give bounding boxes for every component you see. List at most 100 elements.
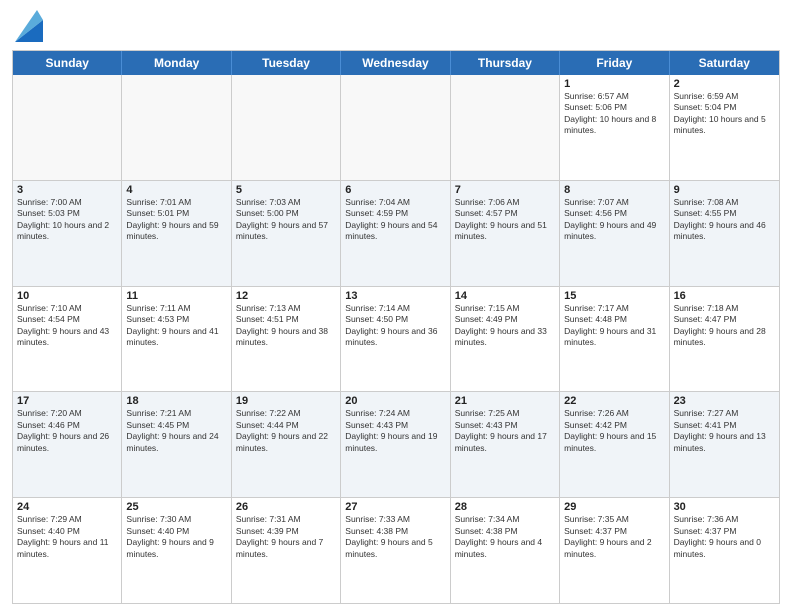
calendar-body: 1Sunrise: 6:57 AMSunset: 5:06 PMDaylight… [13,75,779,603]
cal-cell-r2-c2: 12Sunrise: 7:13 AMSunset: 4:51 PMDayligh… [232,287,341,392]
day-info: Sunrise: 7:33 AMSunset: 4:38 PMDaylight:… [345,514,445,560]
day-info: Sunrise: 7:17 AMSunset: 4:48 PMDaylight:… [564,303,664,349]
day-info: Sunrise: 7:21 AMSunset: 4:45 PMDaylight:… [126,408,226,454]
cal-cell-r0-c1 [122,75,231,180]
calendar-row-3: 10Sunrise: 7:10 AMSunset: 4:54 PMDayligh… [13,287,779,393]
day-number: 9 [674,184,775,196]
cal-cell-r4-c0: 24Sunrise: 7:29 AMSunset: 4:40 PMDayligh… [13,498,122,603]
header-day-monday: Monday [122,51,231,75]
day-number: 28 [455,501,555,513]
cal-cell-r0-c5: 1Sunrise: 6:57 AMSunset: 5:06 PMDaylight… [560,75,669,180]
day-number: 8 [564,184,664,196]
day-number: 19 [236,395,336,407]
day-number: 25 [126,501,226,513]
cal-cell-r1-c3: 6Sunrise: 7:04 AMSunset: 4:59 PMDaylight… [341,181,450,286]
day-number: 30 [674,501,775,513]
day-number: 7 [455,184,555,196]
day-info: Sunrise: 6:57 AMSunset: 5:06 PMDaylight:… [564,91,664,137]
day-number: 4 [126,184,226,196]
header-day-sunday: Sunday [13,51,122,75]
day-number: 20 [345,395,445,407]
day-number: 3 [17,184,117,196]
cal-cell-r3-c0: 17Sunrise: 7:20 AMSunset: 4:46 PMDayligh… [13,392,122,497]
day-info: Sunrise: 7:10 AMSunset: 4:54 PMDaylight:… [17,303,117,349]
page: SundayMondayTuesdayWednesdayThursdayFrid… [0,0,792,612]
day-info: Sunrise: 7:15 AMSunset: 4:49 PMDaylight:… [455,303,555,349]
day-info: Sunrise: 7:06 AMSunset: 4:57 PMDaylight:… [455,197,555,243]
cal-cell-r0-c4 [451,75,560,180]
day-info: Sunrise: 7:03 AMSunset: 5:00 PMDaylight:… [236,197,336,243]
day-number: 24 [17,501,117,513]
cal-cell-r4-c5: 29Sunrise: 7:35 AMSunset: 4:37 PMDayligh… [560,498,669,603]
cal-cell-r1-c2: 5Sunrise: 7:03 AMSunset: 5:00 PMDaylight… [232,181,341,286]
day-info: Sunrise: 7:31 AMSunset: 4:39 PMDaylight:… [236,514,336,560]
cal-cell-r1-c6: 9Sunrise: 7:08 AMSunset: 4:55 PMDaylight… [670,181,779,286]
day-number: 22 [564,395,664,407]
cal-cell-r4-c1: 25Sunrise: 7:30 AMSunset: 4:40 PMDayligh… [122,498,231,603]
cal-cell-r3-c4: 21Sunrise: 7:25 AMSunset: 4:43 PMDayligh… [451,392,560,497]
cal-cell-r3-c6: 23Sunrise: 7:27 AMSunset: 4:41 PMDayligh… [670,392,779,497]
day-number: 16 [674,290,775,302]
cal-cell-r0-c0 [13,75,122,180]
day-info: Sunrise: 7:20 AMSunset: 4:46 PMDaylight:… [17,408,117,454]
calendar-header: SundayMondayTuesdayWednesdayThursdayFrid… [13,51,779,75]
day-info: Sunrise: 7:25 AMSunset: 4:43 PMDaylight:… [455,408,555,454]
day-number: 17 [17,395,117,407]
day-number: 15 [564,290,664,302]
day-info: Sunrise: 7:22 AMSunset: 4:44 PMDaylight:… [236,408,336,454]
day-number: 14 [455,290,555,302]
cal-cell-r3-c3: 20Sunrise: 7:24 AMSunset: 4:43 PMDayligh… [341,392,450,497]
cal-cell-r1-c0: 3Sunrise: 7:00 AMSunset: 5:03 PMDaylight… [13,181,122,286]
header-day-tuesday: Tuesday [232,51,341,75]
cal-cell-r1-c4: 7Sunrise: 7:06 AMSunset: 4:57 PMDaylight… [451,181,560,286]
day-number: 26 [236,501,336,513]
day-number: 21 [455,395,555,407]
header-day-saturday: Saturday [670,51,779,75]
day-number: 13 [345,290,445,302]
day-info: Sunrise: 7:08 AMSunset: 4:55 PMDaylight:… [674,197,775,243]
cal-cell-r3-c1: 18Sunrise: 7:21 AMSunset: 4:45 PMDayligh… [122,392,231,497]
calendar: SundayMondayTuesdayWednesdayThursdayFrid… [12,50,780,604]
day-number: 11 [126,290,226,302]
day-number: 2 [674,78,775,90]
calendar-row-4: 17Sunrise: 7:20 AMSunset: 4:46 PMDayligh… [13,392,779,498]
cal-cell-r3-c2: 19Sunrise: 7:22 AMSunset: 4:44 PMDayligh… [232,392,341,497]
day-info: Sunrise: 7:30 AMSunset: 4:40 PMDaylight:… [126,514,226,560]
header-day-friday: Friday [560,51,669,75]
day-info: Sunrise: 7:14 AMSunset: 4:50 PMDaylight:… [345,303,445,349]
day-info: Sunrise: 7:18 AMSunset: 4:47 PMDaylight:… [674,303,775,349]
day-info: Sunrise: 7:11 AMSunset: 4:53 PMDaylight:… [126,303,226,349]
day-info: Sunrise: 6:59 AMSunset: 5:04 PMDaylight:… [674,91,775,137]
day-number: 1 [564,78,664,90]
cal-cell-r1-c1: 4Sunrise: 7:01 AMSunset: 5:01 PMDaylight… [122,181,231,286]
day-number: 18 [126,395,226,407]
day-info: Sunrise: 7:35 AMSunset: 4:37 PMDaylight:… [564,514,664,560]
cal-cell-r2-c6: 16Sunrise: 7:18 AMSunset: 4:47 PMDayligh… [670,287,779,392]
day-number: 27 [345,501,445,513]
day-info: Sunrise: 7:01 AMSunset: 5:01 PMDaylight:… [126,197,226,243]
cal-cell-r4-c4: 28Sunrise: 7:34 AMSunset: 4:38 PMDayligh… [451,498,560,603]
day-number: 29 [564,501,664,513]
day-info: Sunrise: 7:36 AMSunset: 4:37 PMDaylight:… [674,514,775,560]
day-info: Sunrise: 7:26 AMSunset: 4:42 PMDaylight:… [564,408,664,454]
cal-cell-r2-c4: 14Sunrise: 7:15 AMSunset: 4:49 PMDayligh… [451,287,560,392]
header-day-thursday: Thursday [451,51,560,75]
calendar-row-5: 24Sunrise: 7:29 AMSunset: 4:40 PMDayligh… [13,498,779,603]
day-number: 10 [17,290,117,302]
day-info: Sunrise: 7:13 AMSunset: 4:51 PMDaylight:… [236,303,336,349]
day-number: 5 [236,184,336,196]
day-number: 12 [236,290,336,302]
cal-cell-r0-c3 [341,75,450,180]
cal-cell-r4-c6: 30Sunrise: 7:36 AMSunset: 4:37 PMDayligh… [670,498,779,603]
cal-cell-r2-c1: 11Sunrise: 7:11 AMSunset: 4:53 PMDayligh… [122,287,231,392]
calendar-row-2: 3Sunrise: 7:00 AMSunset: 5:03 PMDaylight… [13,181,779,287]
day-info: Sunrise: 7:29 AMSunset: 4:40 PMDaylight:… [17,514,117,560]
cal-cell-r4-c3: 27Sunrise: 7:33 AMSunset: 4:38 PMDayligh… [341,498,450,603]
day-info: Sunrise: 7:04 AMSunset: 4:59 PMDaylight:… [345,197,445,243]
cal-cell-r4-c2: 26Sunrise: 7:31 AMSunset: 4:39 PMDayligh… [232,498,341,603]
cal-cell-r0-c2 [232,75,341,180]
header-day-wednesday: Wednesday [341,51,450,75]
day-number: 6 [345,184,445,196]
cal-cell-r3-c5: 22Sunrise: 7:26 AMSunset: 4:42 PMDayligh… [560,392,669,497]
cal-cell-r2-c5: 15Sunrise: 7:17 AMSunset: 4:48 PMDayligh… [560,287,669,392]
